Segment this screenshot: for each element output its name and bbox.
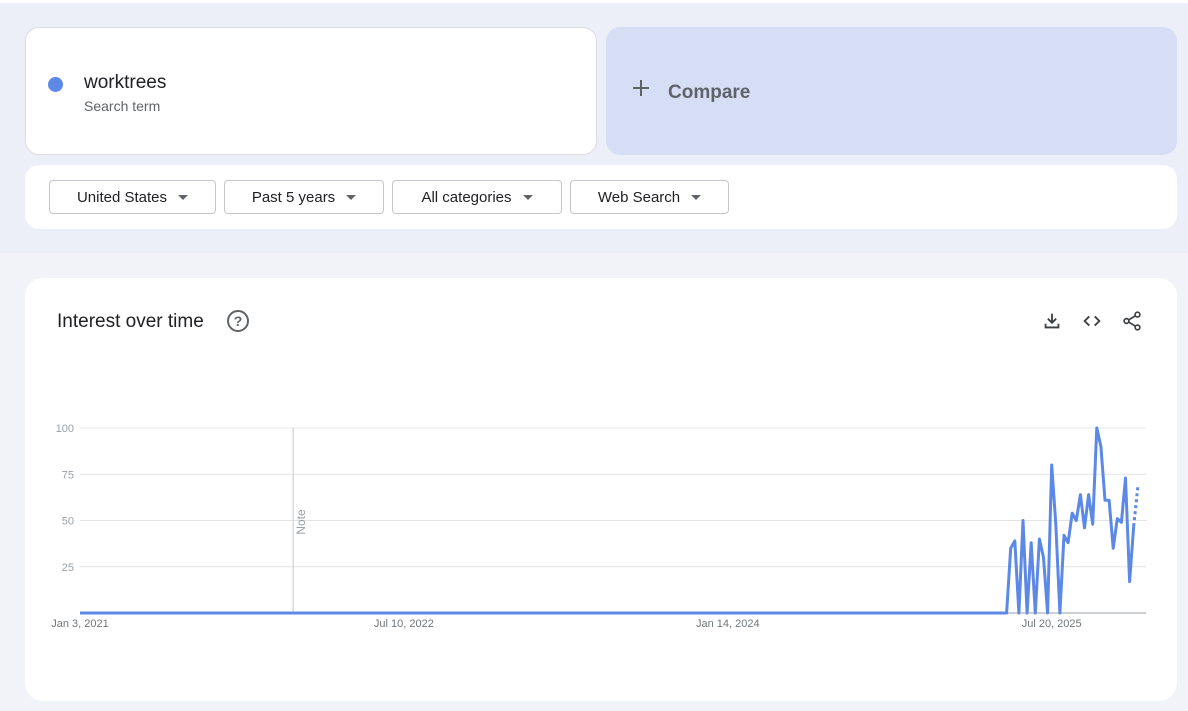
compare-button[interactable]: Compare bbox=[606, 27, 1177, 155]
interest-line-chart: 25 50 75 100 Jan 3, 2021 Jul 10, 2022 Jan 14, … bbox=[51, 423, 1146, 630]
filter-region-label: United States bbox=[76, 188, 168, 206]
y-tick-label: 75 bbox=[62, 469, 74, 481]
filter-region-dropdown[interactable]: United States bbox=[49, 180, 216, 214]
filters-bar: United States Past 5 years All categorie… bbox=[25, 165, 1177, 229]
term-name[interactable]: worktrees bbox=[84, 72, 166, 94]
x-tick-label: Jul 20, 2025 bbox=[1022, 618, 1082, 630]
y-tick-label: 25 bbox=[62, 562, 74, 574]
interest-over-time-card: Interest over time ? 25 50 75 100 Jan 3, 202… bbox=[25, 278, 1177, 701]
search-term-card[interactable]: worktrees Search term bbox=[25, 27, 597, 155]
filter-time-dropdown[interactable]: Past 5 years bbox=[224, 180, 384, 214]
caret-down-icon bbox=[691, 194, 702, 200]
caret-down-icon bbox=[346, 194, 357, 200]
plus-icon bbox=[632, 79, 650, 97]
filter-property-label: Web Search bbox=[597, 188, 681, 206]
y-tick-label: 100 bbox=[56, 423, 74, 435]
x-tick-label: Jul 10, 2022 bbox=[374, 618, 434, 630]
top-divider bbox=[0, 0, 1188, 3]
caret-down-icon bbox=[178, 194, 189, 200]
y-tick-label: 50 bbox=[62, 516, 74, 528]
x-tick-label: Jan 3, 2021 bbox=[51, 618, 109, 630]
note-label: Note bbox=[294, 509, 308, 535]
x-tick-label: Jan 14, 2024 bbox=[696, 618, 760, 630]
term-type-label: Search term bbox=[84, 98, 161, 114]
filter-category-label: All categories bbox=[421, 188, 512, 206]
filter-category-dropdown[interactable]: All categories bbox=[392, 180, 562, 214]
filter-time-label: Past 5 years bbox=[251, 188, 336, 206]
filter-property-dropdown[interactable]: Web Search bbox=[570, 180, 729, 214]
compare-label: Compare bbox=[668, 82, 751, 103]
caret-down-icon bbox=[522, 194, 533, 200]
term-color-dot bbox=[48, 77, 63, 92]
